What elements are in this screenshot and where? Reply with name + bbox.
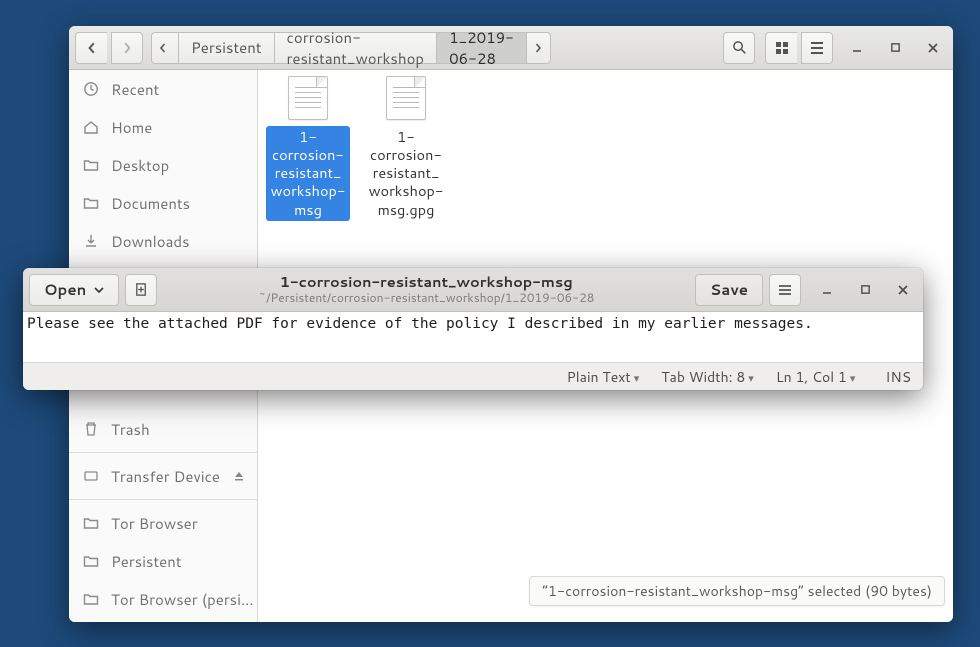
chevron-right-icon [121, 42, 133, 54]
sidebar-item-label: Recent [111, 79, 257, 100]
trash-icon [83, 421, 99, 437]
file-item[interactable]: 1-corrosion-resistant_workshop-msg.gpg [364, 76, 448, 221]
sidebar-item-desktop[interactable]: Desktop [69, 146, 257, 184]
close-button[interactable] [889, 276, 917, 304]
breadcrumb-up[interactable] [151, 32, 179, 64]
disk-icon [83, 468, 99, 484]
folder-icon [83, 195, 99, 211]
minimize-button[interactable] [813, 276, 841, 304]
cursor-position[interactable]: Ln 1, Col 1 [776, 367, 856, 387]
grid-icon [775, 41, 789, 55]
view-list-button[interactable] [801, 32, 833, 64]
text-editor-statusbar: Plain Text Tab Width: 8 Ln 1, Col 1 INS [23, 362, 923, 390]
chevron-left-icon [86, 42, 98, 54]
list-icon [810, 41, 824, 55]
breadcrumb-overflow[interactable] [527, 32, 551, 64]
window-controls [843, 34, 947, 62]
sidebar-item-persistent[interactable]: Persistent [69, 542, 257, 580]
breadcrumb-seg-0[interactable]: Persistent [179, 32, 275, 64]
text-editor-window: Open 1-corrosion-resistant_workshop-msg … [23, 268, 923, 390]
sidebar-item-downloads[interactable]: Downloads [69, 222, 257, 260]
sidebar-item-tor-browser[interactable]: Tor Browser [69, 504, 257, 542]
file-manager-headerbar: Persistent corrosion-resistant_workshop … [69, 26, 953, 70]
search-icon [732, 40, 747, 55]
clock-icon [83, 81, 99, 97]
folder-icon [83, 157, 99, 173]
forward-button[interactable] [111, 32, 143, 64]
close-icon [897, 284, 909, 296]
sidebar-item-label: Downloads [111, 231, 257, 252]
breadcrumb: Persistent corrosion-resistant_workshop … [151, 32, 551, 64]
minimize-button[interactable] [843, 34, 871, 62]
separator [69, 452, 257, 453]
statusbar: “1-corrosion-resistant_workshop-msg” sel… [529, 576, 945, 606]
file-item[interactable]: 1-corrosion-resistant_workshop-msg [266, 76, 350, 221]
status-text: “1-corrosion-resistant_workshop-msg” sel… [542, 581, 932, 601]
sidebar-item-tor-browser-persistent[interactable]: Tor Browser (persi… [69, 580, 257, 618]
hamburger-icon [778, 283, 792, 297]
eject-icon [233, 470, 245, 482]
sidebar-item-label: Desktop [111, 155, 257, 176]
sidebar-item-label: Trash [111, 419, 257, 440]
sidebar-item-label: Tor Browser (persi… [111, 589, 257, 610]
chevron-down-icon [94, 285, 104, 295]
close-icon [927, 42, 939, 54]
breadcrumb-seg-1[interactable]: corrosion-resistant_workshop [275, 32, 438, 64]
breadcrumb-seg-2[interactable]: 1_2019-06-28 [437, 32, 527, 64]
text-file-icon [288, 76, 328, 120]
maximize-icon [890, 42, 901, 53]
open-button[interactable]: Open [29, 274, 119, 306]
chevron-left-icon [158, 43, 168, 53]
window-subtitle: ~/Persistent/corrosion-resistant_worksho… [163, 291, 689, 305]
text-file-icon [386, 76, 426, 120]
separator [69, 499, 257, 500]
text-editor-headerbar: Open 1-corrosion-resistant_workshop-msg … [23, 268, 923, 312]
sidebar-item-label: Tor Browser [111, 513, 257, 534]
title-area: 1-corrosion-resistant_workshop-msg ~/Per… [163, 274, 689, 304]
text-editor-content[interactable]: Please see the attached PDF for evidence… [23, 312, 923, 362]
sidebar-item-home[interactable]: Home [69, 108, 257, 146]
minimize-icon [851, 42, 863, 54]
hamburger-menu-button[interactable] [769, 274, 801, 306]
maximize-icon [860, 284, 871, 295]
back-button[interactable] [75, 32, 107, 64]
file-label: 1-corrosion-resistant_workshop-msg.gpg [364, 126, 448, 221]
new-document-icon [134, 282, 149, 297]
chevron-right-icon [533, 43, 543, 53]
sidebar-item-trash[interactable]: Trash [69, 410, 257, 448]
sidebar-item-transfer-device[interactable]: Transfer Device [69, 457, 257, 495]
new-document-button[interactable] [125, 274, 157, 306]
folder-icon [83, 591, 99, 607]
icon-grid: 1-corrosion-resistant_workshop-msg 1-cor… [258, 70, 953, 227]
sidebar-item-label: Home [111, 117, 257, 138]
sidebar-item-label: Transfer Device [111, 466, 221, 487]
tab-width-selector[interactable]: Tab Width: 8 [661, 367, 754, 387]
eject-button[interactable] [233, 470, 245, 482]
maximize-button[interactable] [851, 276, 879, 304]
sidebar-item-recent[interactable]: Recent [69, 70, 257, 108]
syntax-selector[interactable]: Plain Text [567, 367, 640, 387]
insert-mode[interactable]: INS [885, 367, 911, 387]
folder-icon [83, 515, 99, 531]
sidebar-item-label: Persistent [111, 551, 257, 572]
save-button[interactable]: Save [695, 274, 763, 306]
folder-icon [83, 553, 99, 569]
maximize-button[interactable] [881, 34, 909, 62]
open-label: Open [44, 279, 86, 300]
sidebar-item-label: Documents [111, 193, 257, 214]
file-label: 1-corrosion-resistant_workshop-msg [266, 126, 350, 221]
search-button[interactable] [723, 32, 755, 64]
home-icon [83, 119, 99, 135]
view-grid-button[interactable] [765, 32, 797, 64]
sidebar-item-documents[interactable]: Documents [69, 184, 257, 222]
window-controls [813, 276, 917, 304]
close-button[interactable] [919, 34, 947, 62]
download-icon [83, 233, 99, 249]
minimize-icon [821, 284, 833, 296]
save-label: Save [710, 279, 748, 300]
